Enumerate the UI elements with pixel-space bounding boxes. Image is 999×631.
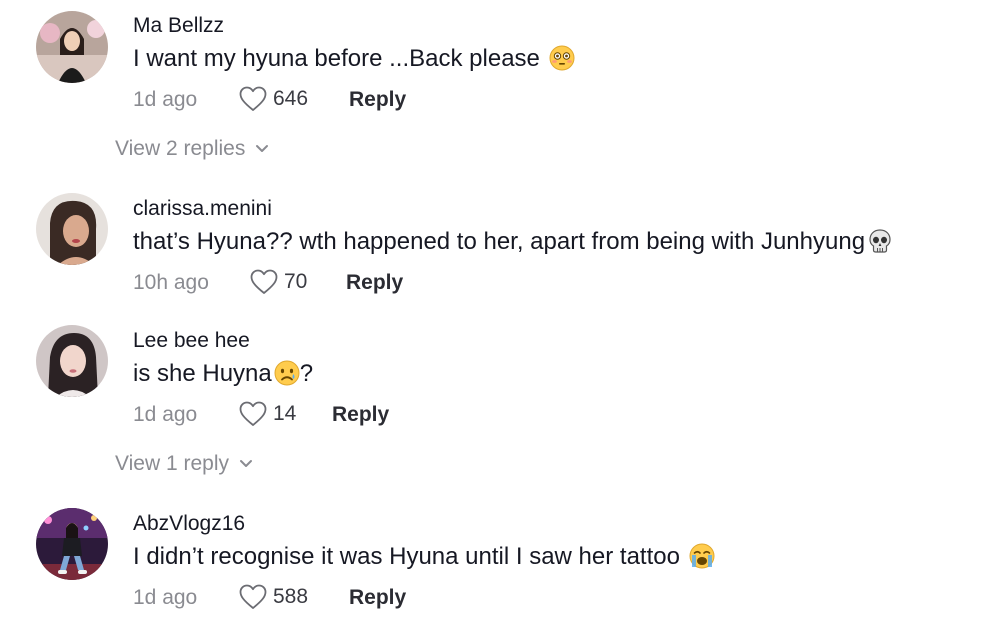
- like-button[interactable]: 14: [239, 399, 296, 429]
- heart-icon: [250, 269, 278, 294]
- comment-username[interactable]: Ma Bellzz: [133, 14, 224, 38]
- reply-button[interactable]: Reply: [349, 88, 406, 112]
- reply-button[interactable]: Reply: [332, 403, 389, 427]
- chevron-down-icon: [240, 460, 253, 467]
- sad-face-icon: [274, 360, 300, 386]
- comment-text-content: is she Huyna: [133, 360, 272, 387]
- like-count: 646: [273, 87, 309, 110]
- reply-button[interactable]: Reply: [349, 586, 406, 610]
- avatar[interactable]: [36, 325, 108, 397]
- like-button[interactable]: 588: [239, 582, 308, 612]
- avatar[interactable]: [36, 508, 108, 580]
- comment-time: 1d ago: [133, 88, 198, 111]
- avatar-image: [36, 508, 108, 580]
- comment-text: is she Huyna ?: [133, 360, 313, 388]
- avatar-image: [36, 193, 108, 265]
- comment-username[interactable]: AbzVlogz16: [133, 512, 245, 536]
- comment-text: that’s Hyuna?? wth happened to her, apar…: [133, 228, 893, 256]
- avatar-image: [36, 325, 108, 397]
- comment-text: I didn’t recognise it was Hyuna until I …: [133, 543, 715, 571]
- comment-text-content: that’s Hyuna?? wth happened to her, apar…: [133, 228, 866, 255]
- like-count: 14: [273, 402, 297, 425]
- view-replies-label: View 1 reply: [115, 452, 230, 475]
- view-replies-button[interactable]: View 1 reply: [115, 452, 253, 476]
- skull-icon: [869, 229, 891, 253]
- comment-username[interactable]: Lee bee hee: [133, 329, 250, 353]
- avatar[interactable]: [36, 193, 108, 265]
- comment-text-suffix: ?: [299, 360, 314, 387]
- like-count: 588: [273, 585, 309, 608]
- avatar[interactable]: [36, 11, 108, 83]
- avatar-image: [36, 11, 108, 83]
- reply-button[interactable]: Reply: [346, 271, 403, 295]
- view-replies-button[interactable]: View 2 replies: [115, 137, 269, 161]
- like-button[interactable]: 70: [250, 267, 307, 297]
- chevron-down-icon: [256, 145, 269, 152]
- like-button[interactable]: 646: [239, 84, 308, 114]
- comment-meta: 1d ago 14 Reply: [133, 399, 633, 429]
- comment-meta: 10h ago 70 Reply: [133, 267, 633, 297]
- comment-text-content: I didn’t recognise it was Hyuna until I …: [133, 543, 680, 570]
- flushed-face-icon: [549, 45, 575, 71]
- comment-time: 1d ago: [133, 586, 198, 609]
- heart-icon: [239, 584, 267, 609]
- crying-face-icon: [689, 543, 715, 569]
- comment-meta: 1d ago 646 Reply: [133, 84, 633, 114]
- comment-text: I want my hyuna before ...Back please: [133, 45, 575, 73]
- heart-icon: [239, 401, 267, 426]
- view-replies-label: View 2 replies: [115, 137, 246, 160]
- heart-icon: [239, 86, 267, 111]
- like-count: 70: [284, 270, 308, 293]
- comment-meta: 1d ago 588 Reply: [133, 582, 633, 612]
- comment-time: 10h ago: [133, 271, 209, 294]
- comment-text-content: I want my hyuna before ...Back please: [133, 45, 540, 72]
- comment-time: 1d ago: [133, 403, 198, 426]
- comment-username[interactable]: clarissa.menini: [133, 197, 272, 221]
